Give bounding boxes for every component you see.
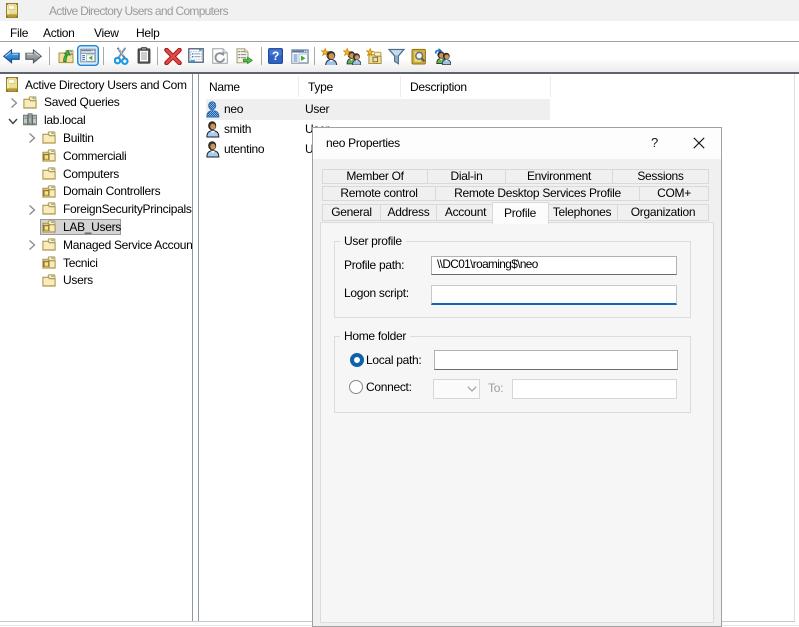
svg-text:?: ?	[272, 49, 279, 63]
